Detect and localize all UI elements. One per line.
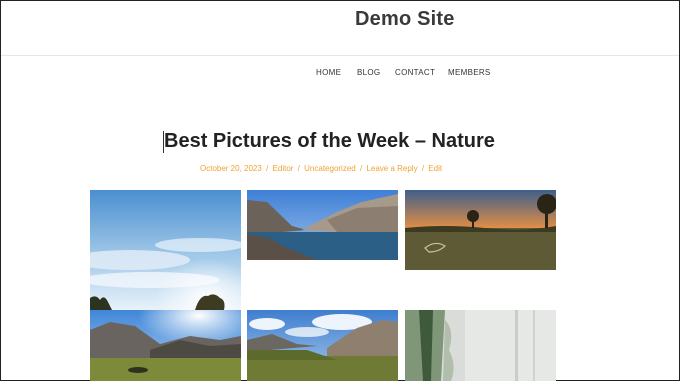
leave-reply-link[interactable]: Leave a Reply: [366, 164, 417, 173]
post-title: Best Pictures of the Week – Nature: [164, 130, 495, 152]
nav-item-members[interactable]: MEMBERS: [448, 68, 491, 77]
post-author-link[interactable]: Editor: [273, 164, 294, 173]
gallery-photo-sunset[interactable]: [405, 190, 556, 270]
meta-separator: /: [266, 164, 269, 173]
gallery-photo-mountains-sun[interactable]: [90, 310, 241, 381]
gallery-photo-valley[interactable]: [247, 310, 398, 381]
nav-item-blog[interactable]: BLOG: [357, 68, 380, 77]
meta-separator: /: [359, 164, 363, 173]
post-date-link[interactable]: October 20, 2023: [200, 164, 262, 173]
gallery-photo-sky[interactable]: [90, 190, 241, 310]
meta-separator: /: [297, 164, 300, 173]
post-meta: October 20, 2023 / Editor / Uncategorize…: [200, 164, 442, 173]
nav-item-contact[interactable]: CONTACT: [395, 68, 435, 77]
header-divider: [1, 55, 679, 56]
nav-item-home[interactable]: HOME: [316, 68, 341, 77]
gallery-photo-forest[interactable]: [405, 310, 556, 381]
meta-separator: /: [421, 164, 425, 173]
edit-post-link[interactable]: Edit: [428, 164, 442, 173]
post-category-link[interactable]: Uncategorized: [304, 164, 356, 173]
site-title[interactable]: Demo Site: [355, 8, 455, 31]
gallery-photo-lake[interactable]: [247, 190, 398, 260]
